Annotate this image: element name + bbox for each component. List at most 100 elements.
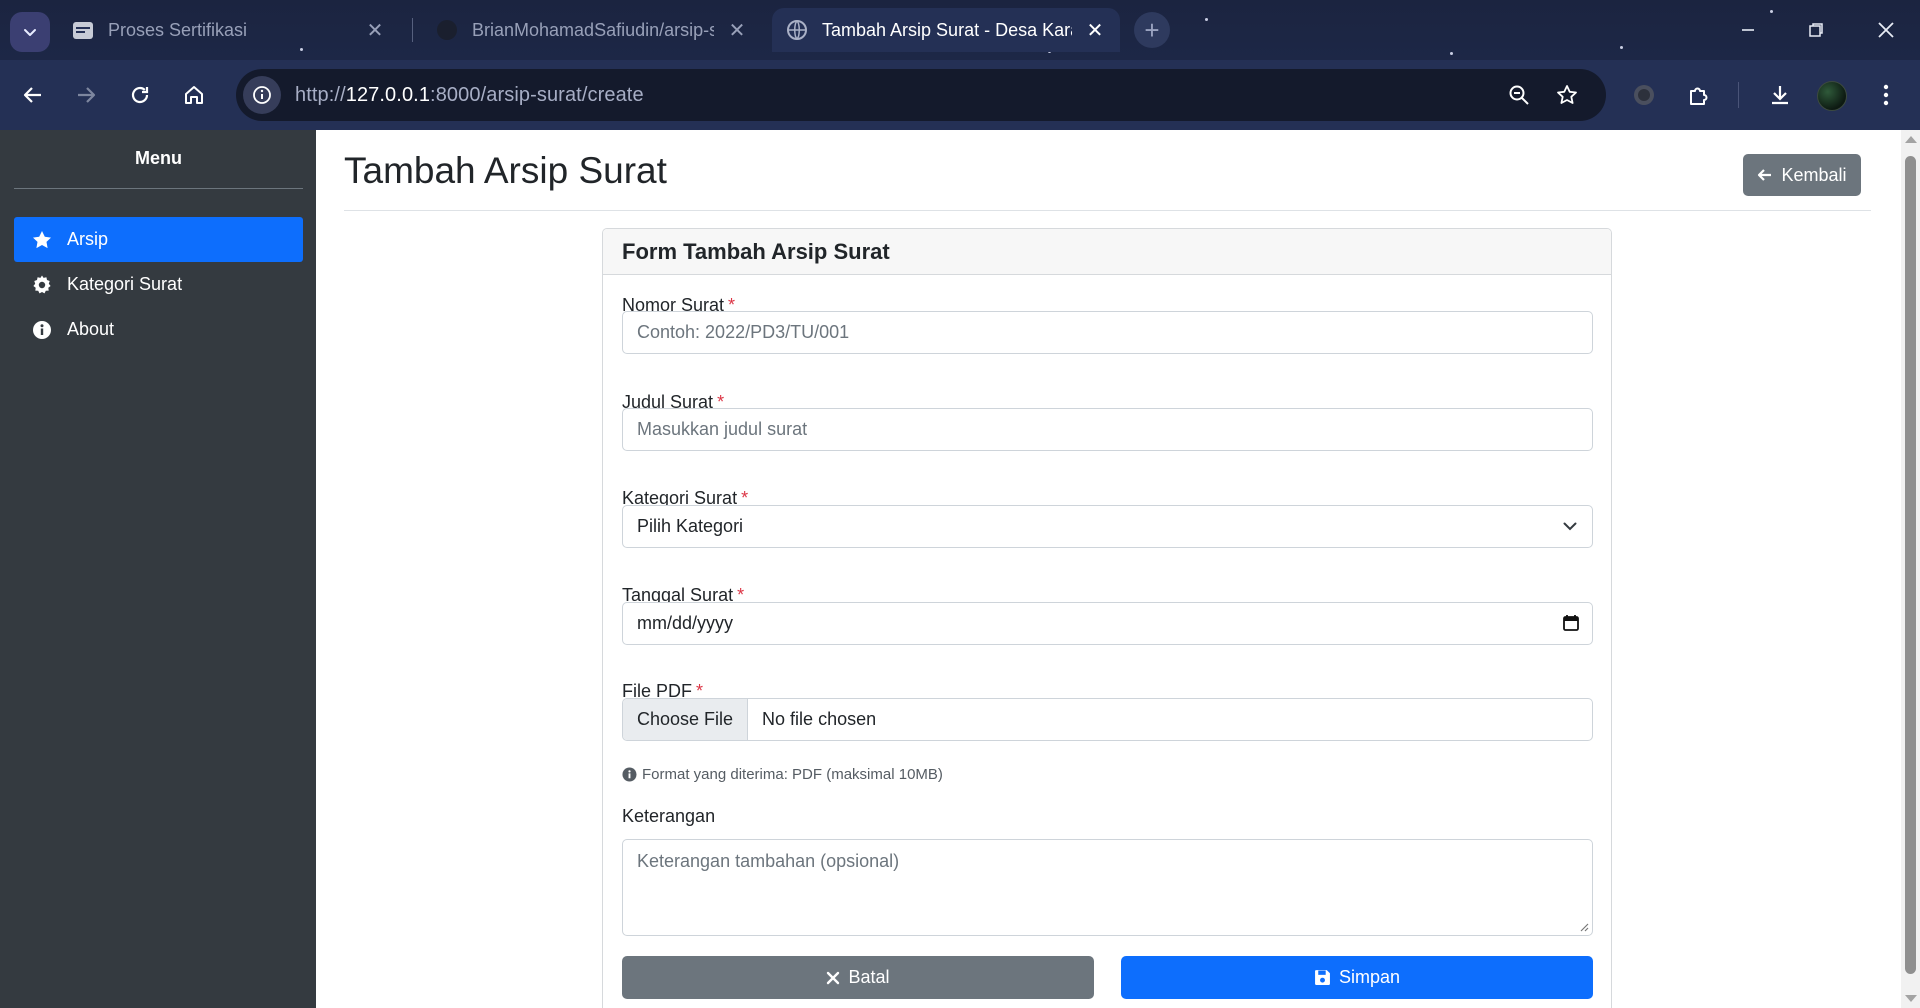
- restore-icon: [1809, 23, 1823, 37]
- zoom-button[interactable]: [1501, 77, 1537, 113]
- puzzle-icon: [1690, 87, 1708, 105]
- close-icon: [1878, 22, 1894, 38]
- home-icon: [185, 86, 203, 104]
- extensions-button[interactable]: [1681, 77, 1717, 113]
- tab-title: Tambah Arsip Surat - Desa Kara: [822, 19, 1072, 40]
- minimize-button[interactable]: [1728, 12, 1768, 48]
- scroll-thumb[interactable]: [1905, 156, 1916, 974]
- home-button[interactable]: [176, 77, 212, 113]
- chevron-down-icon: [1562, 518, 1578, 534]
- file-pdf-input[interactable]: Choose File No file chosen: [622, 698, 1593, 741]
- sidebar-item-label: About: [67, 319, 115, 339]
- tab-github-repo[interactable]: BrianMohamadSafiudin/arsip-s ✕: [422, 8, 762, 52]
- url-host: 127.0.0.1: [345, 83, 431, 106]
- sidebar: Menu Arsip Kategori Surat About: [0, 130, 316, 1008]
- close-tab-icon[interactable]: ✕: [726, 18, 748, 43]
- close-window-button[interactable]: [1866, 12, 1906, 48]
- bookmark-button[interactable]: [1549, 77, 1585, 113]
- tab-title: BrianMohamadSafiudin/arsip-s: [472, 19, 714, 40]
- github-favicon-icon: [436, 19, 458, 41]
- forward-nav-button[interactable]: [68, 77, 104, 113]
- back-button-label: Kembali: [1781, 164, 1847, 185]
- close-tab-icon[interactable]: ✕: [1084, 18, 1106, 43]
- profile-avatar[interactable]: [1817, 81, 1847, 111]
- extension-circle-button[interactable]: [1626, 77, 1662, 113]
- zoom-out-icon: [1509, 85, 1529, 105]
- sidebar-item-kategori-surat[interactable]: Kategori Surat: [14, 262, 303, 307]
- save-button[interactable]: Simpan: [1121, 956, 1593, 999]
- scroll-down-arrow-icon[interactable]: [1905, 995, 1917, 1002]
- judul-surat-input[interactable]: Masukkan judul surat: [622, 408, 1593, 451]
- close-tab-icon[interactable]: ✕: [364, 18, 386, 43]
- judul-surat-placeholder: Masukkan judul surat: [637, 419, 808, 439]
- tab-separator: [412, 18, 413, 42]
- tab-strip: Proses Sertifikasi ✕ BrianMohamadSafiudi…: [0, 0, 1920, 60]
- browser-chrome: Proses Sertifikasi ✕ BrianMohamadSafiudi…: [0, 0, 1920, 130]
- tab-search-button[interactable]: [10, 12, 50, 52]
- keterangan-placeholder: Keterangan tambahan (opsional): [637, 851, 900, 871]
- sidebar-item-arsip[interactable]: Arsip: [14, 217, 303, 262]
- sidebar-item-about[interactable]: About: [14, 307, 303, 352]
- keterangan-textarea[interactable]: Keterangan tambahan (opsional): [622, 839, 1593, 936]
- info-circle-icon: [31, 319, 53, 341]
- arrow-left-icon: [1757, 167, 1773, 183]
- file-status: No file chosen: [762, 709, 877, 729]
- gear-icon: [31, 274, 53, 296]
- save-button-label: Simpan: [1338, 967, 1401, 987]
- back-nav-button[interactable]: [15, 77, 51, 113]
- reload-button[interactable]: [122, 77, 158, 113]
- label-text: Keterangan: [622, 806, 716, 826]
- chevron-down-icon: [24, 29, 36, 36]
- kategori-surat-select[interactable]: Pilih Kategori: [622, 505, 1593, 548]
- main-content: Tambah Arsip Surat Kembali Form Tambah A…: [316, 130, 1901, 1008]
- toolbar-separator: [1738, 82, 1739, 108]
- form-card: Form Tambah Arsip Surat Nomor Surat * Con…: [602, 228, 1612, 1008]
- file-help-label: Format yang diterima: PDF (maksimal 10MB…: [642, 766, 943, 783]
- tab-proses-sertifikasi[interactable]: Proses Sertifikasi ✕: [58, 8, 400, 52]
- download-icon: [1772, 86, 1788, 105]
- sidebar-title: Menu: [135, 148, 182, 168]
- resize-grip-icon[interactable]: [1579, 922, 1589, 932]
- sidebar-item-label: Arsip: [67, 229, 109, 249]
- file-help-text: Format yang diterima: PDF (maksimal 10MB…: [622, 766, 943, 783]
- calendar-icon[interactable]: [1562, 614, 1580, 632]
- floppy-disk-icon: [1314, 969, 1331, 986]
- close-icon: [826, 971, 840, 985]
- choose-file-button[interactable]: Choose File: [623, 699, 749, 740]
- kategori-selected-value: Pilih Kategori: [637, 516, 744, 536]
- extension-circle-icon: [1634, 85, 1654, 105]
- arrow-left-icon: [23, 87, 41, 103]
- browser-menu-button[interactable]: [1868, 77, 1904, 113]
- star-outline-icon: [1557, 85, 1577, 104]
- nomor-surat-input[interactable]: Contoh: 2022/PD3/TU/001: [622, 311, 1593, 354]
- globe-favicon-icon: [786, 19, 808, 41]
- browser-toolbar: http://127.0.0.1:8000/arsip-surat/create: [0, 60, 1920, 130]
- back-button[interactable]: Kembali: [1743, 154, 1861, 196]
- minimize-icon: [1742, 29, 1754, 31]
- scroll-up-arrow-icon[interactable]: [1905, 136, 1917, 143]
- info-icon: [253, 86, 271, 104]
- tanggal-value: mm/dd/yyyy: [637, 613, 734, 633]
- address-bar[interactable]: http://127.0.0.1:8000/arsip-surat/create: [236, 69, 1606, 121]
- page-scrollbar[interactable]: [1901, 130, 1920, 1008]
- site-info-button[interactable]: [243, 76, 281, 114]
- star-icon: [31, 229, 53, 251]
- url-scheme: http://: [295, 83, 346, 106]
- new-tab-button[interactable]: +: [1134, 12, 1170, 48]
- arrow-right-icon: [78, 87, 96, 103]
- info-circle-icon: [622, 767, 637, 782]
- keterangan-label: Keterangan: [622, 806, 715, 827]
- downloads-button[interactable]: [1762, 77, 1798, 113]
- tab-title: Proses Sertifikasi: [108, 19, 248, 40]
- url-text[interactable]: http://127.0.0.1:8000/arsip-surat/create: [295, 84, 644, 107]
- nomor-surat-placeholder: Contoh: 2022/PD3/TU/001: [637, 322, 850, 342]
- tanggal-surat-input[interactable]: mm/dd/yyyy: [622, 602, 1593, 645]
- sidebar-divider: [14, 188, 303, 189]
- restore-button[interactable]: [1796, 12, 1836, 48]
- cancel-button[interactable]: Batal: [622, 956, 1094, 999]
- tab-tambah-arsip[interactable]: Tambah Arsip Surat - Desa Kara ✕: [772, 8, 1120, 52]
- more-vertical-icon: [1883, 84, 1889, 106]
- title-divider: [344, 210, 1871, 211]
- sidebar-item-label: Kategori Surat: [67, 274, 183, 294]
- calendar-favicon-icon: [72, 19, 94, 41]
